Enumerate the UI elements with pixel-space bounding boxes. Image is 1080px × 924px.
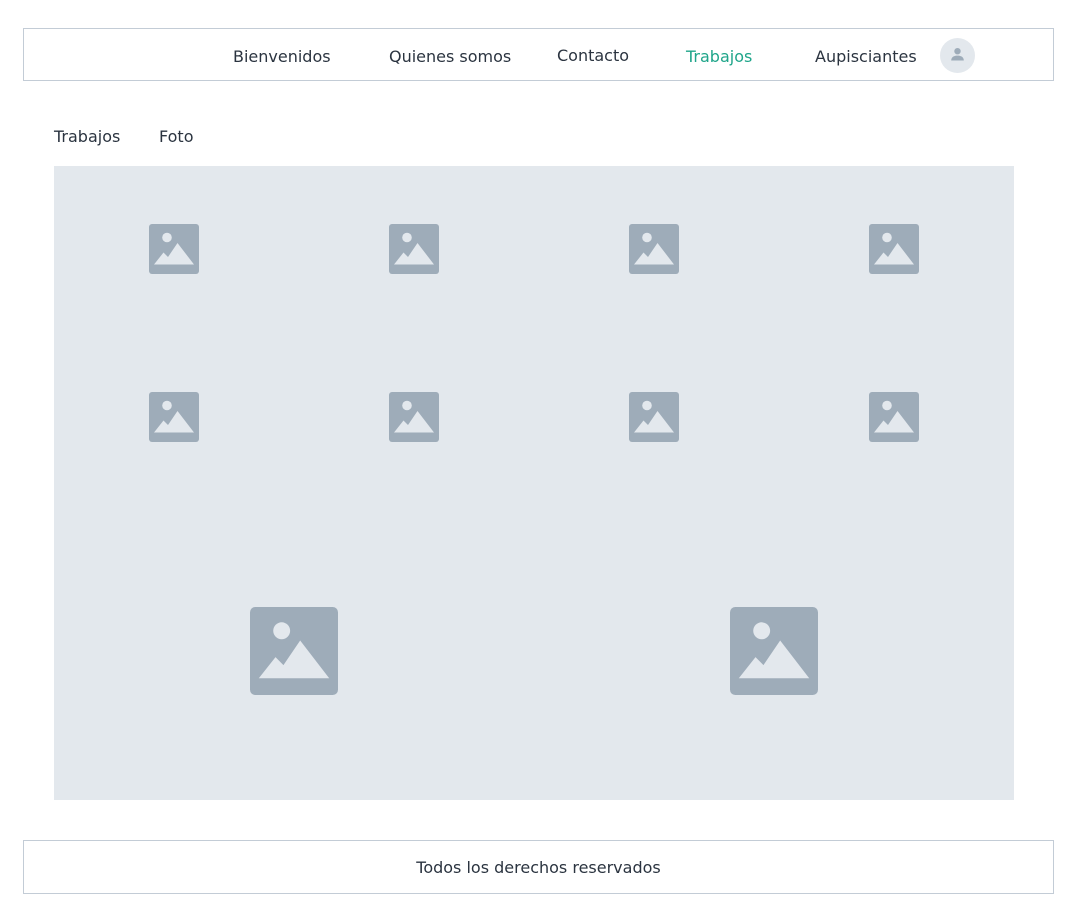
image-placeholder-icon: [149, 392, 199, 442]
subnav-item-trabajos[interactable]: Trabajos: [54, 126, 120, 148]
image-thumbnail[interactable]: [149, 224, 199, 274]
image-thumbnail[interactable]: [149, 392, 199, 442]
image-placeholder-icon: [389, 224, 439, 274]
image-thumbnail-large[interactable]: [250, 607, 338, 695]
image-thumbnail-large[interactable]: [730, 607, 818, 695]
image-placeholder-icon: [389, 392, 439, 442]
image-thumbnail[interactable]: [869, 224, 919, 274]
image-thumbnail[interactable]: [629, 224, 679, 274]
image-placeholder-icon: [869, 392, 919, 442]
top-navbar: Bienvenidos Quienes somos Contacto Traba…: [23, 28, 1054, 81]
footer: Todos los derechos reservados: [23, 840, 1054, 894]
footer-copyright-text: Todos los derechos reservados: [416, 858, 661, 877]
nav-item-bienvenidos[interactable]: Bienvenidos: [233, 29, 331, 82]
avatar[interactable]: [940, 38, 975, 73]
nav-item-quienes-somos[interactable]: Quienes somos: [389, 29, 511, 82]
nav-item-aupisciantes[interactable]: Aupisciantes: [815, 29, 917, 82]
image-placeholder-icon: [629, 392, 679, 442]
image-thumbnail[interactable]: [629, 392, 679, 442]
nav-item-trabajos[interactable]: Trabajos: [686, 29, 752, 82]
image-placeholder-icon: [730, 607, 818, 695]
image-thumbnail[interactable]: [389, 392, 439, 442]
image-thumbnail[interactable]: [869, 392, 919, 442]
subnav-item-foto[interactable]: Foto: [159, 126, 193, 148]
user-icon: [951, 48, 964, 61]
image-placeholder-icon: [629, 224, 679, 274]
image-placeholder-icon: [869, 224, 919, 274]
gallery-panel: [54, 166, 1014, 800]
image-placeholder-icon: [149, 224, 199, 274]
nav-item-contacto[interactable]: Contacto: [557, 29, 629, 82]
image-thumbnail[interactable]: [389, 224, 439, 274]
image-placeholder-icon: [250, 607, 338, 695]
